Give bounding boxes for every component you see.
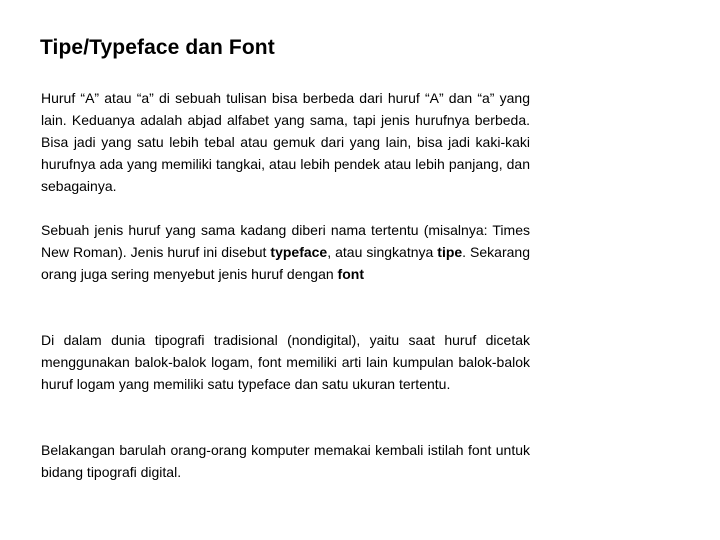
paragraph-traditional-typography: Di dalam dunia tipografi tradisional (no… bbox=[41, 332, 530, 392]
term-font: font bbox=[337, 266, 364, 282]
term-tipe: tipe bbox=[437, 244, 463, 260]
term-typeface: typeface bbox=[270, 244, 328, 260]
slide-title: Tipe/Typeface dan Font bbox=[40, 36, 275, 59]
slide: Tipe/Typeface dan Font Huruf “A” atau “a… bbox=[0, 0, 720, 540]
paragraph-typeface-definition: Sebuah jenis huruf yang sama kadang dibe… bbox=[41, 219, 530, 307]
slide-body: Huruf “A” atau “a” di sebuah tulisan bis… bbox=[41, 87, 530, 483]
text-segment: , atau singkatnya bbox=[327, 244, 438, 260]
paragraph-digital-typography: Belakangan barulah orang-orang komputer … bbox=[41, 442, 530, 480]
paragraph-huruf-variations: Huruf “A” atau “a” di sebuah tulisan bis… bbox=[41, 90, 530, 194]
